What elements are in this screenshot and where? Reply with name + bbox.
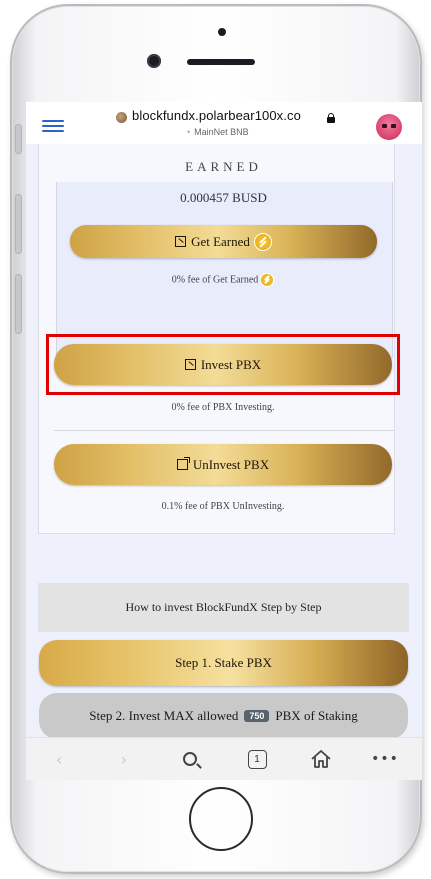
home-icon — [311, 750, 331, 768]
url-host[interactable]: blockfundx.polarbear100x.co — [132, 108, 301, 123]
step1-stake-button[interactable]: Step 1. Stake PBX — [39, 640, 408, 686]
site-favicon-icon — [116, 112, 127, 123]
search-icon — [183, 752, 197, 766]
coin-icon — [253, 232, 272, 251]
earpiece-speaker — [187, 59, 255, 65]
step2-invest-button[interactable]: Step 2. Invest MAX allowed 750 PBX of St… — [39, 693, 408, 739]
invest-fee: 0% fee of PBX Investing. — [171, 402, 275, 413]
external-link-icon — [176, 457, 190, 470]
front-sensor — [218, 28, 226, 36]
earned-title: EARNED — [185, 159, 262, 174]
volume-down-button — [15, 274, 22, 334]
tabs-icon: 1 — [247, 749, 267, 769]
get-earned-button[interactable]: Get Earned — [70, 225, 377, 258]
get-earned-fee: 0% fee of Get Earned — [38, 273, 408, 287]
tabs-button[interactable]: 1 — [247, 748, 267, 770]
more-button[interactable]: ••• — [371, 748, 398, 770]
earned-panel — [56, 182, 393, 358]
invest-pbx-label: Invest PBX — [200, 356, 262, 372]
browser-address-bar: blockfundx.polarbear100x.co • MainNet BNB — [26, 102, 422, 144]
hamburger-menu-icon[interactable] — [42, 120, 64, 132]
network-label: • MainNet BNB — [187, 127, 249, 137]
browser-home-button[interactable] — [309, 748, 333, 770]
uninvest-fee: 0.1% fee of PBX UnInvesting. — [161, 501, 285, 512]
mute-switch — [15, 124, 22, 154]
max-allowed-badge: 750 — [244, 710, 270, 722]
back-button[interactable]: ‹ — [51, 748, 67, 770]
invest-pbx-button[interactable]: Invest PBX — [54, 344, 392, 385]
earned-value: 0.000457 BUSD — [180, 190, 267, 205]
screen: EARNED 0.000457 BUSD Get Earned 0% fee o… — [26, 102, 422, 780]
divider — [54, 430, 394, 431]
get-earned-label: Get Earned — [191, 233, 250, 249]
invest-icon — [184, 359, 196, 370]
how-to-invest-header[interactable]: How to invest BlockFundX Step by Step — [38, 583, 409, 632]
coin-icon — [260, 273, 275, 287]
front-camera — [147, 54, 161, 68]
search-button[interactable] — [179, 748, 201, 770]
lock-icon — [327, 113, 335, 123]
device-home-button[interactable] — [189, 787, 253, 851]
more-icon: ••• — [371, 751, 399, 767]
uninvest-pbx-label: UnInvest PBX — [192, 456, 270, 472]
invest-icon — [175, 236, 187, 247]
avatar[interactable] — [376, 114, 402, 140]
forward-button[interactable]: › — [116, 748, 132, 770]
uninvest-pbx-button[interactable]: UnInvest PBX — [54, 444, 392, 485]
volume-up-button — [15, 194, 22, 254]
browser-toolbar: ‹ › 1 ••• — [26, 737, 422, 780]
